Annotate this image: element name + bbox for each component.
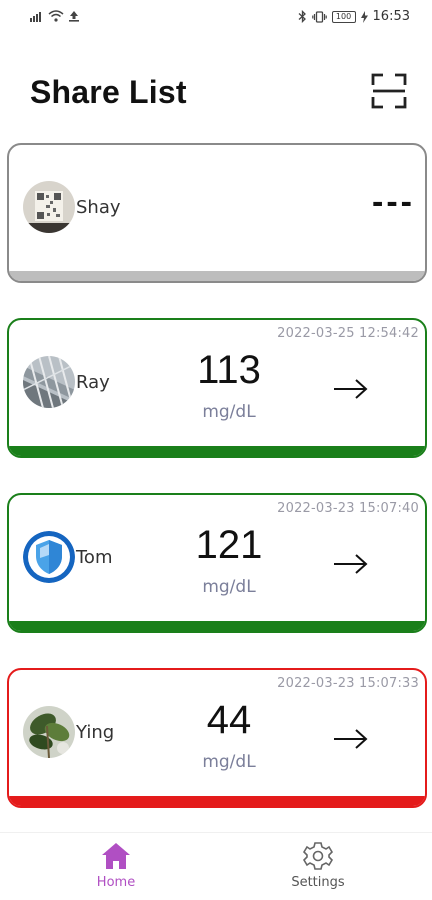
glucose-unit: mg/dL <box>202 752 256 772</box>
share-list: Shay --- 2022-03-25 12:54:42 Ray 113 mg/… <box>0 0 432 900</box>
arrow-right-icon[interactable] <box>333 728 369 750</box>
status-bar-alert <box>9 796 425 806</box>
arrow-right-icon[interactable] <box>333 378 369 400</box>
share-card-ray[interactable]: 2022-03-25 12:54:42 Ray 113 mg/dL <box>7 318 427 458</box>
contact-name: Shay <box>76 197 121 218</box>
bottom-nav: Home Settings <box>0 832 432 900</box>
status-bar-normal <box>9 446 425 456</box>
status-bar-normal <box>9 621 425 631</box>
glucose-unit: mg/dL <box>202 577 256 597</box>
contact-name: Ying <box>76 722 115 743</box>
nav-home[interactable]: Home <box>56 841 176 890</box>
contact-name: Tom <box>76 547 113 568</box>
share-card-shay[interactable]: Shay --- <box>7 143 427 283</box>
building-avatar-icon <box>23 356 75 408</box>
plant-avatar-icon <box>23 706 75 758</box>
share-card-ying[interactable]: 2022-03-23 15:07:33 Ying 44 mg/dL <box>7 668 427 808</box>
gear-icon <box>302 842 334 870</box>
reading-placeholder: --- <box>372 183 415 221</box>
home-icon <box>102 843 130 869</box>
glucose-value: 121 <box>195 523 263 567</box>
contact-name: Ray <box>76 372 110 393</box>
status-bar-inactive <box>9 271 425 281</box>
glucose-value: 44 <box>206 698 252 742</box>
nav-settings[interactable]: Settings <box>258 841 378 890</box>
nav-settings-label: Settings <box>291 875 345 890</box>
glucose-value: 113 <box>197 348 261 392</box>
arrow-right-icon[interactable] <box>333 553 369 575</box>
reading-timestamp: 2022-03-25 12:54:42 <box>277 326 419 341</box>
reading-timestamp: 2022-03-23 15:07:40 <box>277 501 419 516</box>
nav-home-label: Home <box>96 875 136 890</box>
glucose-unit: mg/dL <box>202 402 256 422</box>
shield-avatar-icon <box>23 531 75 583</box>
qr-code-avatar-icon <box>23 181 75 233</box>
share-card-tom[interactable]: 2022-03-23 15:07:40 Tom 121 mg/dL <box>7 493 427 633</box>
reading-timestamp: 2022-03-23 15:07:33 <box>277 676 419 691</box>
